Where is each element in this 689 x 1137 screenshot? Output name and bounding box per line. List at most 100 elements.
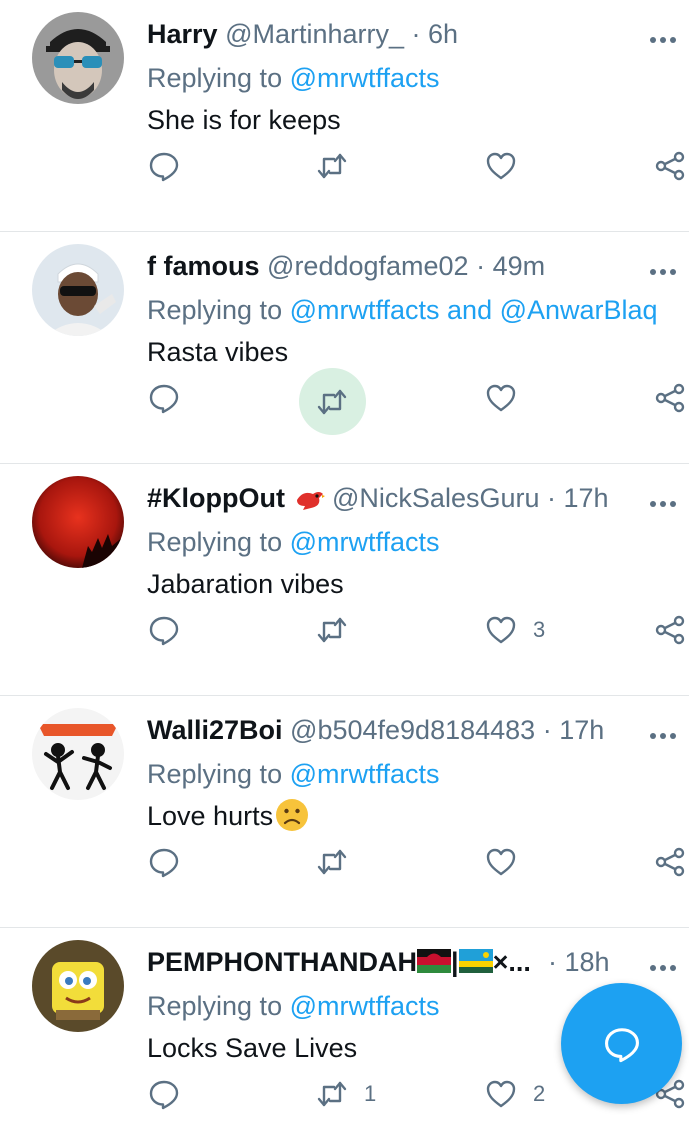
tweet-text-content: Love hurts <box>147 801 274 831</box>
share-icon <box>655 615 685 645</box>
replying-to: Replying to @mrwtffacts <box>147 524 440 560</box>
retweet-button[interactable] <box>316 608 364 652</box>
malawi-flag-icon <box>417 949 451 974</box>
share-icon <box>655 847 685 877</box>
replying-to-link[interactable]: @mrwtffacts <box>290 759 440 789</box>
like-button[interactable]: 3 <box>485 608 545 652</box>
timestamp: · 17h <box>547 483 609 513</box>
user-handle[interactable]: @NickSalesGuru <box>332 483 539 513</box>
retweet-icon-highlighted <box>316 380 348 424</box>
like-button[interactable] <box>485 144 533 188</box>
like-button[interactable] <box>485 840 533 884</box>
reply-button[interactable] <box>148 840 196 884</box>
avatar[interactable] <box>32 244 124 336</box>
display-name[interactable]: f famous <box>147 251 260 281</box>
like-count: 2 <box>533 1081 546 1106</box>
replying-to-label: Replying to <box>147 991 283 1021</box>
bird-emoji-icon <box>296 491 325 510</box>
user-handle[interactable]: @Martinharry_ <box>225 19 404 49</box>
replying-to: Replying to @mrwtffacts and @AnwarBlaq <box>147 292 658 328</box>
retweet-icon <box>317 153 347 179</box>
reply-button[interactable] <box>148 1072 196 1116</box>
replying-to-link[interactable]: @mrwtffacts <box>290 527 440 557</box>
tweet-text: Locks Save Lives <box>147 1033 358 1063</box>
timestamp: · 6h <box>411 19 459 49</box>
tweet-header: f famous @reddogfame02 · 49m <box>147 248 619 284</box>
share-icon <box>655 383 685 413</box>
retweet-icon <box>317 849 347 875</box>
tweet-header: Walli27Boi @b504fe9d8184483 · 17h <box>147 712 619 748</box>
tweet-text: Love hurts <box>147 798 309 834</box>
more-icon[interactable] <box>650 958 689 971</box>
like-count: 3 <box>533 617 546 642</box>
heart-icon <box>486 152 516 180</box>
display-name[interactable]: Harry <box>147 19 218 49</box>
tweet-text: Jabaration vibes <box>147 569 344 599</box>
display-name[interactable]: #KloppOut <box>147 483 285 513</box>
tweet[interactable]: Walli27Boi @b504fe9d8184483 · 17h Replyi… <box>0 696 689 928</box>
like-button[interactable] <box>485 376 533 420</box>
reply-icon <box>149 616 179 646</box>
tweet-header: Harry @Martinharry_ · 6h <box>147 16 619 52</box>
avatar[interactable] <box>32 12 124 104</box>
heart-icon <box>486 848 516 876</box>
replying-to-link[interactable]: @mrwtffacts <box>290 991 440 1021</box>
replying-to-label: Replying to <box>147 527 283 557</box>
share-button[interactable] <box>654 608 686 652</box>
compose-reply-icon <box>604 1027 639 1062</box>
replying-to-link[interactable]: @mrwtffacts and @AnwarBlaq <box>290 295 658 325</box>
tweet-text: Rasta vibes <box>147 337 289 367</box>
like-button[interactable]: 2 <box>485 1072 545 1116</box>
retweet-button[interactable] <box>316 840 364 884</box>
compose-reply-button[interactable] <box>561 983 682 1104</box>
user-handle[interactable]: @reddogfame02 <box>267 251 469 281</box>
avatar[interactable] <box>32 476 124 568</box>
replying-to-label: Replying to <box>147 295 283 325</box>
replying-to: Replying to @mrwtffacts <box>147 60 440 96</box>
retweet-icon <box>317 389 347 415</box>
avatar[interactable] <box>32 940 124 1032</box>
heart-icon <box>486 616 516 644</box>
reply-button[interactable] <box>148 144 196 188</box>
replying-to-label: Replying to <box>147 63 283 93</box>
display-name[interactable]: Walli27Boi <box>147 715 283 745</box>
rwanda-flag-icon <box>458 949 493 974</box>
tweet[interactable]: #KloppOut @NickSalesGuru · 17h Replying … <box>0 464 689 696</box>
name-truncated: ×... <box>492 947 531 977</box>
reply-icon <box>149 384 179 414</box>
timestamp: · 17h <box>542 715 605 745</box>
share-button[interactable] <box>654 376 686 420</box>
heart-icon <box>486 384 516 412</box>
share-button[interactable] <box>654 840 686 884</box>
tweet-text: She is for keeps <box>147 105 341 135</box>
replying-to: Replying to @mrwtffacts <box>147 988 440 1024</box>
reply-icon <box>149 848 179 878</box>
retweet-button[interactable] <box>316 144 364 188</box>
more-icon[interactable] <box>650 726 689 739</box>
more-icon[interactable] <box>650 262 689 275</box>
avatar[interactable] <box>32 708 124 800</box>
timestamp: · 18h <box>548 947 610 977</box>
share-button[interactable] <box>654 144 686 188</box>
user-handle[interactable]: @b504fe9d8184483 <box>290 715 535 745</box>
reply-button[interactable] <box>148 608 196 652</box>
timestamp: · 49m <box>476 251 546 281</box>
retweet-count: 1 <box>364 1081 377 1106</box>
heart-icon <box>486 1080 516 1108</box>
retweet-icon <box>317 617 347 643</box>
sad-face-emoji-icon <box>276 798 309 831</box>
reply-icon <box>149 1080 179 1110</box>
more-icon[interactable] <box>650 494 689 507</box>
replying-to-link[interactable]: @mrwtffacts <box>290 63 440 93</box>
replying-to: Replying to @mrwtffacts <box>147 756 440 792</box>
tweet[interactable]: Harry @Martinharry_ · 6h Replying to @mr… <box>0 0 689 232</box>
display-name[interactable]: PEMPHONTHANDAH <box>147 947 417 977</box>
retweet-button[interactable]: 1 <box>316 1072 376 1116</box>
name-separator: | <box>451 947 459 977</box>
replying-to-label: Replying to <box>147 759 283 789</box>
reply-button[interactable] <box>148 376 196 420</box>
more-icon[interactable] <box>650 30 689 43</box>
share-icon <box>655 151 685 181</box>
tweet-header: #KloppOut @NickSalesGuru · 17h <box>147 480 619 516</box>
retweet-icon <box>317 1081 347 1107</box>
